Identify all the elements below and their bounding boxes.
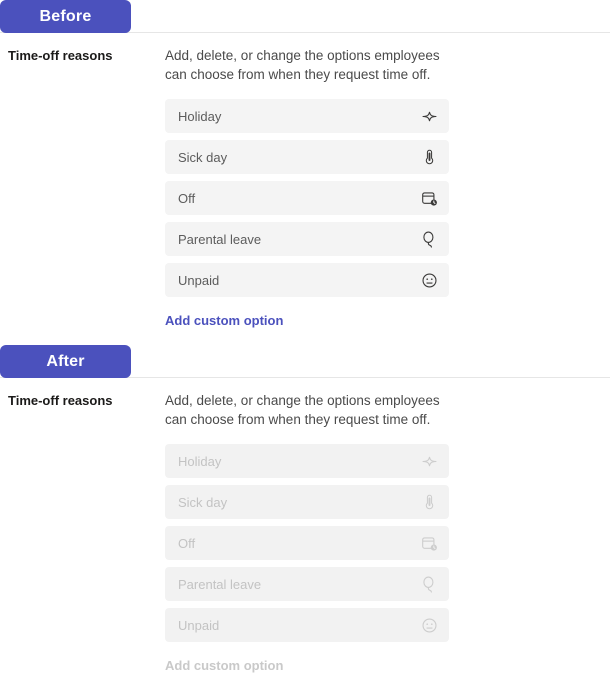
option-label: Sick day: [178, 494, 228, 510]
option-row-parental-leave: Parental leave: [165, 567, 449, 601]
setting-description: Add, delete, or change the options emplo…: [165, 48, 440, 82]
before-settings-content: Add, delete, or change the options emplo…: [165, 46, 465, 330]
option-row-off: Off: [165, 526, 449, 560]
option-label: Off: [178, 535, 196, 551]
option-label: Holiday: [178, 108, 222, 124]
before-section: Before Time-off reasons Add, delete, or …: [0, 0, 610, 345]
thermometer-icon[interactable]: [420, 148, 438, 166]
option-label: Sick day: [178, 149, 228, 165]
option-label: Unpaid: [178, 617, 220, 633]
option-row-parental-leave[interactable]: Parental leave: [165, 222, 449, 256]
option-row-unpaid[interactable]: Unpaid: [165, 263, 449, 297]
option-row-sick-day: Sick day: [165, 485, 449, 519]
option-label: Off: [178, 190, 196, 206]
option-label: Parental leave: [178, 576, 262, 592]
option-row-holiday: Holiday: [165, 444, 449, 478]
sparkle-icon: [420, 452, 438, 470]
option-row-unpaid: Unpaid: [165, 608, 449, 642]
option-label: Unpaid: [178, 272, 220, 288]
option-label: Holiday: [178, 453, 222, 469]
add-custom-option-link[interactable]: Add custom option: [165, 313, 283, 328]
sparkle-icon[interactable]: [420, 107, 438, 125]
after-badge: After: [0, 345, 131, 378]
before-badge: Before: [0, 0, 131, 33]
neutral-face-icon[interactable]: [420, 271, 438, 289]
time-off-reason-options-list: Holiday Sick day Off Parental leave Unpa…: [165, 444, 465, 642]
setting-description: Add, delete, or change the options emplo…: [165, 393, 440, 427]
after-settings-content: Add, delete, or change the options emplo…: [165, 391, 465, 675]
add-custom-option-link: Add custom option: [165, 658, 284, 673]
neutral-face-icon: [420, 616, 438, 634]
option-row-sick-day[interactable]: Sick day: [165, 140, 449, 174]
option-row-off[interactable]: Off: [165, 181, 449, 215]
after-section: After Time-off reasons Add, delete, or c…: [0, 345, 610, 692]
balloon-icon[interactable]: [420, 230, 438, 248]
option-row-holiday[interactable]: Holiday: [165, 99, 449, 133]
calendar-clock-icon: [420, 534, 438, 552]
balloon-icon: [420, 575, 438, 593]
time-off-reason-options-list: Holiday Sick day Off Parental leave Unpa…: [165, 99, 465, 297]
option-label: Parental leave: [178, 231, 262, 247]
setting-label-time-off-reasons: Time-off reasons: [8, 393, 113, 408]
setting-label-time-off-reasons: Time-off reasons: [8, 48, 113, 63]
calendar-clock-icon[interactable]: [420, 189, 438, 207]
thermometer-icon: [420, 493, 438, 511]
